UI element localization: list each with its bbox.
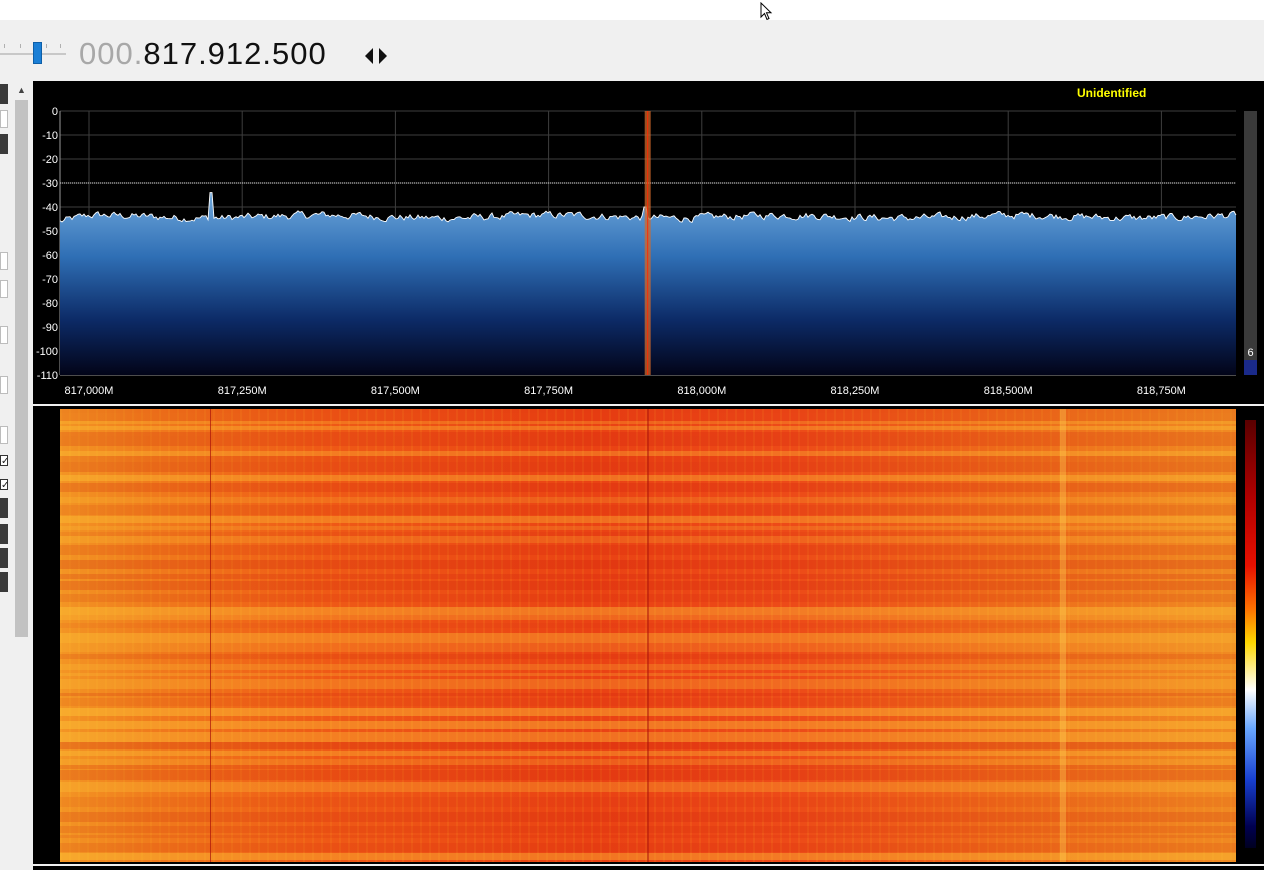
- y-tick-label: -60: [42, 250, 58, 262]
- panel-field[interactable]: [0, 326, 8, 344]
- panel-button[interactable]: [0, 134, 8, 154]
- level-value: 6: [1247, 347, 1253, 359]
- panel-field[interactable]: [0, 426, 8, 444]
- y-tick-label: -100: [36, 346, 58, 358]
- x-tick-label: 818,000M: [677, 385, 726, 397]
- waterfall-signal-trace: [647, 409, 649, 862]
- frequency-prefix: 000.: [79, 36, 144, 71]
- y-tick-label: -20: [42, 154, 58, 166]
- y-tick-label: -10: [42, 130, 58, 142]
- panel-button[interactable]: [0, 524, 8, 544]
- y-tick-label: -40: [42, 202, 58, 214]
- scrollbar-thumb[interactable]: [15, 100, 28, 637]
- x-tick-label: 817,000M: [65, 385, 114, 397]
- x-tick-label: 817,750M: [524, 385, 573, 397]
- waterfall-display[interactable]: [33, 406, 1264, 864]
- signal-mode-label: Unidentified: [1077, 86, 1147, 100]
- mouse-pointer-icon: [760, 2, 773, 21]
- panel-scrollbar[interactable]: ▲: [14, 82, 29, 637]
- panel-field[interactable]: [0, 110, 8, 128]
- bottom-border: [33, 866, 1264, 870]
- y-tick-label: -50: [42, 226, 58, 238]
- panel-button[interactable]: [0, 498, 8, 518]
- waterfall-signal-trace: [1060, 409, 1066, 862]
- x-tick-label: 817,250M: [218, 385, 267, 397]
- level-bar-fill: [1244, 360, 1257, 375]
- spectrum-analyzer[interactable]: 0 -10 -20 -30 -40 -50 -60 -70 -80 -90 -100 -110 817,…: [33, 81, 1264, 404]
- left-right-arrows-icon[interactable]: [363, 46, 391, 66]
- x-tick-label: 818,500M: [984, 385, 1033, 397]
- panel-button[interactable]: [0, 572, 8, 592]
- panel-field[interactable]: [0, 376, 8, 394]
- tuning-slider[interactable]: [0, 38, 66, 70]
- panel-button[interactable]: [0, 84, 8, 104]
- waterfall-color-scale: [1245, 420, 1256, 848]
- x-tick-label: 817,500M: [371, 385, 420, 397]
- frequency-display[interactable]: 000.817.912.500: [79, 34, 327, 74]
- chevron-up-icon[interactable]: ▲: [14, 82, 29, 98]
- y-tick-label: -80: [42, 298, 58, 310]
- panel-checkbox[interactable]: ✓: [0, 455, 8, 466]
- x-tick-label: 818,750M: [1137, 385, 1186, 397]
- y-tick-label: -90: [42, 322, 58, 334]
- y-tick-label: 0: [52, 106, 58, 118]
- waterfall-signal-trace: [210, 409, 211, 862]
- panel-field[interactable]: [0, 280, 8, 298]
- waterfall-canvas[interactable]: [60, 409, 1236, 862]
- title-bar: [0, 0, 1264, 20]
- panel-field[interactable]: [0, 252, 8, 270]
- spectrum-plot[interactable]: 0 -10 -20 -30 -40 -50 -60 -70 -80 -90 -100 -110 817,…: [33, 81, 1264, 404]
- panel-button[interactable]: [0, 548, 8, 568]
- x-tick-label: 818,250M: [831, 385, 880, 397]
- level-bar: [1244, 111, 1257, 375]
- y-tick-label: -70: [42, 274, 58, 286]
- y-tick-label: -110: [37, 370, 58, 382]
- panel-checkbox[interactable]: ✓: [0, 479, 8, 490]
- frequency-value: 817.912.500: [143, 36, 327, 71]
- slider-thumb[interactable]: [33, 42, 42, 64]
- y-tick-label: -30: [42, 178, 58, 190]
